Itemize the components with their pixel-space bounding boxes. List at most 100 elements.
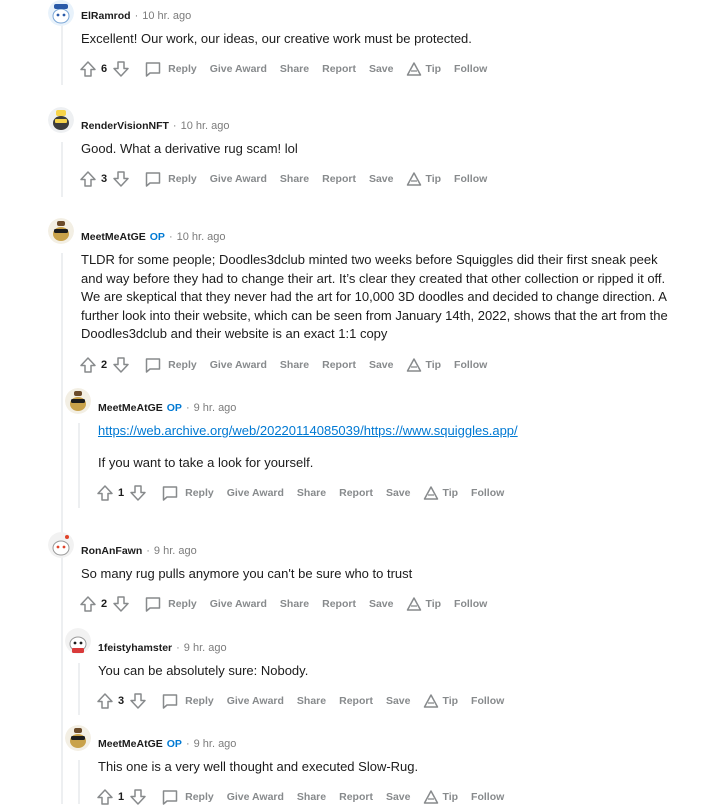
follow-button[interactable]: Follow <box>471 487 504 499</box>
share-button[interactable]: Share <box>297 487 326 499</box>
avatar[interactable] <box>48 532 74 558</box>
upvote-icon[interactable] <box>96 692 114 710</box>
share-button[interactable]: Share <box>297 695 326 707</box>
username[interactable]: RenderVisionNFT <box>81 120 169 132</box>
avatar[interactable] <box>65 388 91 414</box>
avatar[interactable] <box>48 218 74 244</box>
tip-triangle-icon <box>406 596 422 612</box>
archive-link[interactable]: https://web.archive.org/web/202201140850… <box>98 423 518 438</box>
follow-button[interactable]: Follow <box>454 359 487 371</box>
follow-button[interactable]: Follow <box>454 63 487 75</box>
report-button[interactable]: Report <box>339 791 373 803</box>
reply-button[interactable]: Reply <box>144 170 197 188</box>
downvote-icon[interactable] <box>112 595 130 613</box>
reply-button[interactable]: Reply <box>144 356 197 374</box>
comment-paragraph: Excellent! Our work, our ideas, our crea… <box>81 31 472 46</box>
share-button[interactable]: Share <box>280 598 309 610</box>
timestamp[interactable]: 10 hr. ago <box>181 120 230 132</box>
downvote-icon[interactable] <box>129 692 147 710</box>
downvote-icon[interactable] <box>112 356 130 374</box>
upvote-icon[interactable] <box>79 170 97 188</box>
timestamp[interactable]: 9 hr. ago <box>184 642 227 654</box>
save-button[interactable]: Save <box>386 695 411 707</box>
save-button[interactable]: Save <box>386 487 411 499</box>
username[interactable]: RonAnFawn <box>81 545 142 557</box>
report-button[interactable]: Report <box>339 487 373 499</box>
downvote-icon[interactable] <box>112 170 130 188</box>
separator-dot: · <box>172 120 177 132</box>
follow-button[interactable]: Follow <box>471 695 504 707</box>
tip-label: Tip <box>425 598 442 610</box>
downvote-icon[interactable] <box>129 484 147 502</box>
save-button[interactable]: Save <box>369 173 394 185</box>
timestamp[interactable]: 9 hr. ago <box>154 545 197 557</box>
tip-label: Tip <box>425 63 442 75</box>
report-button[interactable]: Report <box>339 695 373 707</box>
reply-button[interactable]: Reply <box>161 788 214 806</box>
give-award-button[interactable]: Give Award <box>227 487 284 499</box>
comment-body: You can be absolutely sure: Nobody. <box>98 662 688 681</box>
upvote-icon[interactable] <box>96 484 114 502</box>
comment-bubble-icon <box>144 170 162 188</box>
downvote-icon[interactable] <box>112 60 130 78</box>
share-button[interactable]: Share <box>280 359 309 371</box>
username[interactable]: MeetMeAtGE <box>81 231 146 243</box>
timestamp[interactable]: 10 hr. ago <box>177 231 226 243</box>
give-award-button[interactable]: Give Award <box>227 695 284 707</box>
avatar[interactable] <box>65 725 91 751</box>
upvote-icon[interactable] <box>79 60 97 78</box>
follow-button[interactable]: Follow <box>471 791 504 803</box>
share-button[interactable]: Share <box>280 173 309 185</box>
save-button[interactable]: Save <box>369 598 394 610</box>
reply-button[interactable]: Reply <box>144 60 197 78</box>
separator-dot: · <box>168 231 173 243</box>
give-award-button[interactable]: Give Award <box>210 598 267 610</box>
tip-button[interactable]: Tip <box>406 61 441 77</box>
timestamp[interactable]: 9 hr. ago <box>194 738 237 750</box>
save-button[interactable]: Save <box>369 63 394 75</box>
report-button[interactable]: Report <box>322 173 356 185</box>
reply-label: Reply <box>185 695 214 707</box>
tip-button[interactable]: Tip <box>406 357 441 373</box>
username[interactable]: MeetMeAtGE <box>98 402 163 414</box>
give-award-button[interactable]: Give Award <box>210 359 267 371</box>
reply-button[interactable]: Reply <box>161 692 214 710</box>
avatar[interactable] <box>65 628 91 654</box>
share-button[interactable]: Share <box>297 791 326 803</box>
upvote-icon[interactable] <box>79 356 97 374</box>
give-award-button[interactable]: Give Award <box>227 791 284 803</box>
tip-button[interactable]: Tip <box>423 789 458 805</box>
tip-triangle-icon <box>406 171 422 187</box>
report-button[interactable]: Report <box>322 63 356 75</box>
thread-line[interactable] <box>78 760 80 804</box>
thread-line[interactable] <box>78 423 80 508</box>
thread-line[interactable] <box>61 567 63 804</box>
username[interactable]: 1feistyhamster <box>98 642 172 654</box>
give-award-button[interactable]: Give Award <box>210 173 267 185</box>
report-button[interactable]: Report <box>322 359 356 371</box>
report-button[interactable]: Report <box>322 598 356 610</box>
tip-button[interactable]: Tip <box>406 596 441 612</box>
share-button[interactable]: Share <box>280 63 309 75</box>
upvote-icon[interactable] <box>96 788 114 806</box>
downvote-icon[interactable] <box>129 788 147 806</box>
timestamp[interactable]: 10 hr. ago <box>142 10 191 22</box>
username[interactable]: ElRamrod <box>81 10 131 22</box>
avatar[interactable] <box>48 107 74 133</box>
tip-button[interactable]: Tip <box>423 693 458 709</box>
username[interactable]: MeetMeAtGE <box>98 738 163 750</box>
save-button[interactable]: Save <box>386 791 411 803</box>
thread-line[interactable] <box>78 663 80 715</box>
tip-button[interactable]: Tip <box>423 485 458 501</box>
thread-line[interactable] <box>61 142 63 197</box>
upvote-icon[interactable] <box>79 595 97 613</box>
follow-button[interactable]: Follow <box>454 173 487 185</box>
tip-button[interactable]: Tip <box>406 171 441 187</box>
reply-button[interactable]: Reply <box>144 595 197 613</box>
timestamp[interactable]: 9 hr. ago <box>194 402 237 414</box>
avatar[interactable] <box>48 0 74 26</box>
save-button[interactable]: Save <box>369 359 394 371</box>
follow-button[interactable]: Follow <box>454 598 487 610</box>
give-award-button[interactable]: Give Award <box>210 63 267 75</box>
reply-button[interactable]: Reply <box>161 484 214 502</box>
